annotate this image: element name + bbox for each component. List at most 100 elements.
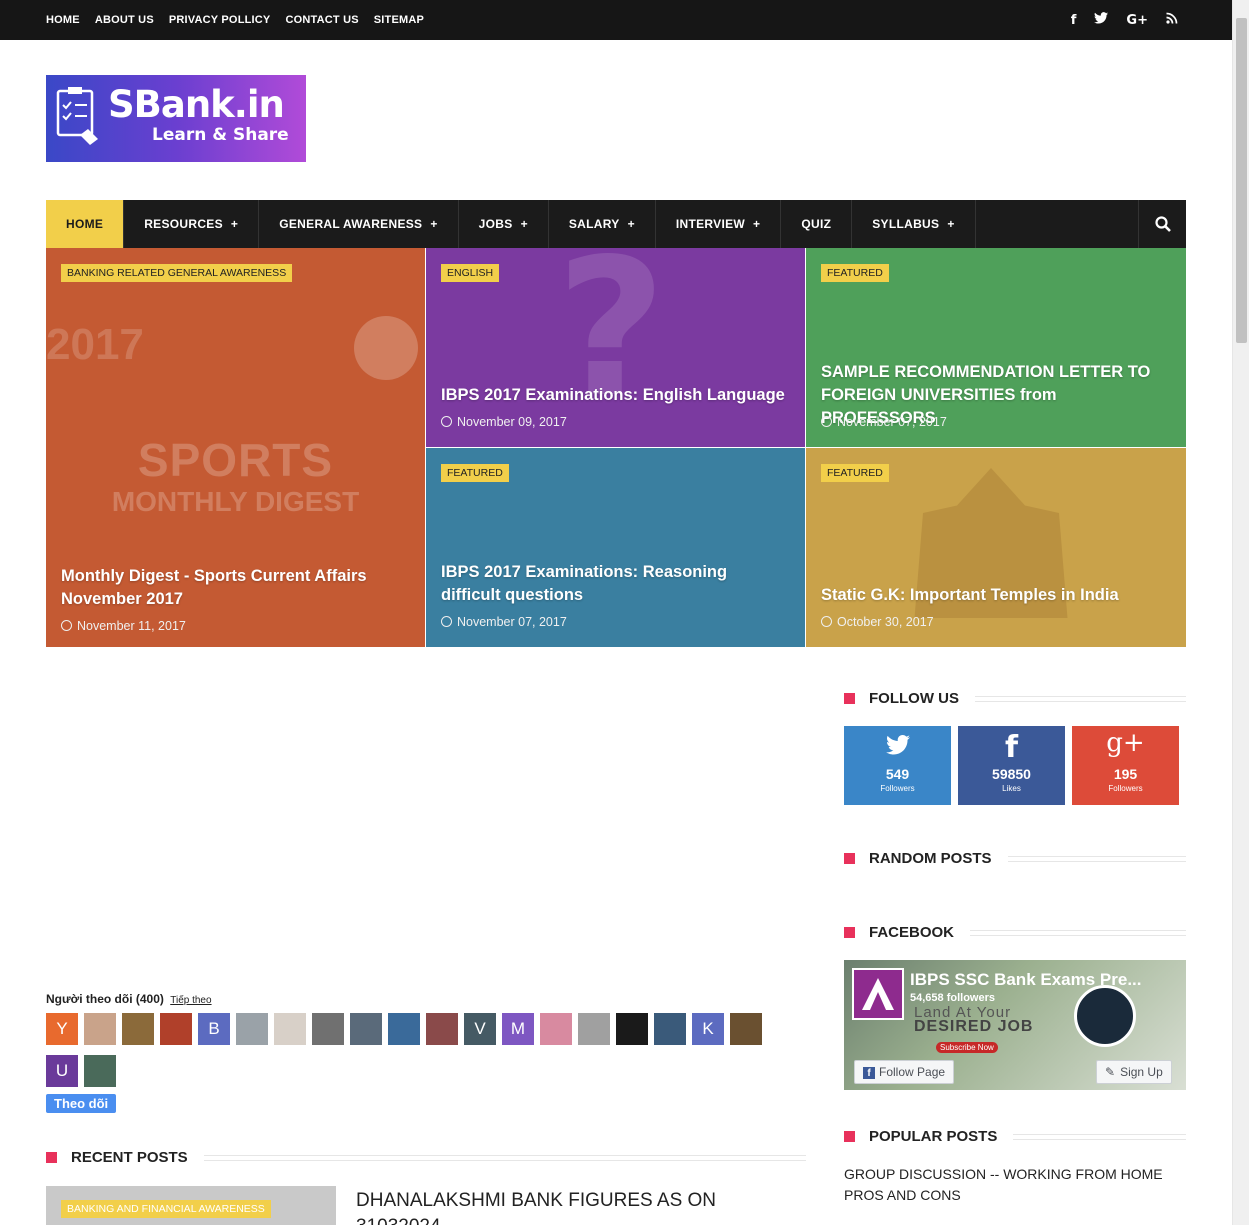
follower-avatars: Y B VM K U <box>46 1013 776 1087</box>
top-nav: HOME ABOUT US PRIVACY POLLICY CONTACT US… <box>46 0 439 40</box>
section-marker <box>46 1152 57 1163</box>
post-title[interactable]: Static G.K: Important Temples in India <box>821 584 1171 607</box>
category-tag[interactable]: FEATURED <box>821 464 889 482</box>
category-tag[interactable]: FEATURED <box>821 264 889 282</box>
post-title[interactable]: Monthly Digest - Sports Current Affairs … <box>61 565 410 611</box>
featured-post[interactable]: FEATURED Static G.K: Important Temples i… <box>806 448 1186 647</box>
category-tag[interactable]: ENGLISH <box>441 264 500 282</box>
follower-avatar[interactable]: V <box>464 1013 496 1045</box>
facebook-follow-box[interactable]: f 59850 Likes <box>958 726 1065 805</box>
nav-syllabus[interactable]: SYLLABUS + <box>852 200 976 248</box>
fb-cover-tagline-2: DESIRED JOB <box>914 1018 1034 1035</box>
search-button[interactable] <box>1138 200 1186 248</box>
post-date-text: November 07, 2017 <box>457 615 567 629</box>
post-date: October 30, 2017 <box>821 615 934 629</box>
twitter-follow-box[interactable]: 549 Followers <box>844 726 951 805</box>
follower-avatar[interactable]: Y <box>46 1013 78 1045</box>
section-title: RANDOM POSTS <box>869 850 992 867</box>
scrollbar-thumb[interactable] <box>1236 18 1247 343</box>
category-tag[interactable]: BANKING RELATED GENERAL AWARENESS <box>61 264 293 282</box>
page-avatar[interactable] <box>852 968 904 1020</box>
search-icon <box>1154 216 1171 232</box>
post-date-text: November 11, 2017 <box>77 619 186 633</box>
follower-avatar[interactable] <box>616 1013 648 1045</box>
follower-avatar[interactable] <box>312 1013 344 1045</box>
post-title[interactable]: IBPS 2017 Examinations: Reasoning diffic… <box>441 561 790 607</box>
follower-avatar[interactable] <box>426 1013 458 1045</box>
nav-label: HOME <box>66 217 104 231</box>
facebook-icon[interactable]: f <box>1071 13 1077 28</box>
featured-post[interactable]: 2017 SPORTS MONTHLY DIGEST BANKING RELAT… <box>46 248 425 647</box>
popular-post-link[interactable]: GROUP DISCUSSION -- WORKING FROM HOME PR… <box>844 1164 1174 1206</box>
section-title: RECENT POSTS <box>71 1149 188 1166</box>
followers-next-link[interactable]: Tiếp theo <box>170 995 211 1006</box>
topnav-contact-link[interactable]: CONTACT US <box>285 14 358 26</box>
nav-resources[interactable]: RESOURCES + <box>124 200 260 248</box>
fb-subscribe-badge: Subscribe Now <box>936 1042 998 1053</box>
clock-icon <box>821 616 832 627</box>
nav-salary[interactable]: SALARY + <box>549 200 656 248</box>
google-plus-follow-box[interactable]: g+ 195 Followers <box>1072 726 1179 805</box>
pencil-icon: ✎ <box>1105 1065 1116 1079</box>
topnav-about-link[interactable]: ABOUT US <box>95 14 154 26</box>
post-date: November 11, 2017 <box>61 619 186 633</box>
topnav-home-link[interactable]: HOME <box>46 14 80 26</box>
post-date-text: October 30, 2017 <box>837 615 934 629</box>
sign-up-label: Sign Up <box>1120 1065 1163 1079</box>
twitter-icon[interactable] <box>1094 12 1109 28</box>
follower-avatar[interactable] <box>236 1013 268 1045</box>
follower-avatar[interactable]: K <box>692 1013 724 1045</box>
clock-icon <box>821 416 832 427</box>
post-date-text: November 07, 2017 <box>837 415 947 429</box>
follower-avatar[interactable] <box>654 1013 686 1045</box>
brain-gear-icon <box>1074 985 1136 1047</box>
follower-avatar[interactable] <box>122 1013 154 1045</box>
post-date-text: November 09, 2017 <box>457 415 567 429</box>
category-tag[interactable]: BANKING AND FINANCIAL AWARENESS <box>61 1200 271 1218</box>
follower-avatar[interactable] <box>730 1013 762 1045</box>
post-title[interactable]: IBPS 2017 Examinations: English Language <box>441 384 790 407</box>
featured-post[interactable]: FEATURED IBPS 2017 Examinations: Reasoni… <box>426 448 805 647</box>
question-mark-art: ? <box>556 248 667 439</box>
follower-avatar[interactable] <box>84 1055 116 1087</box>
category-tag[interactable]: FEATURED <box>441 464 509 482</box>
follower-avatar[interactable]: U <box>46 1055 78 1087</box>
section-divider <box>203 1154 806 1161</box>
follower-avatar[interactable] <box>350 1013 382 1045</box>
post-date: November 07, 2017 <box>441 615 567 629</box>
follow-button[interactable]: Theo dõi <box>46 1094 117 1113</box>
nav-home[interactable]: HOME <box>46 200 125 248</box>
recent-post-title[interactable]: DHANALAKSHMI BANK FIGURES AS ON 31032024 <box>356 1188 776 1225</box>
site-logo[interactable]: SBank.in Learn & Share <box>46 75 306 162</box>
facebook-page-widget[interactable]: IBPS SSC Bank Exams Pre... 54,658 follow… <box>844 960 1186 1090</box>
follower-avatar[interactable]: B <box>198 1013 230 1045</box>
follow-page-label: Follow Page <box>879 1065 946 1079</box>
section-header-follow-us: FOLLOW US <box>844 690 1186 707</box>
follower-avatar[interactable] <box>578 1013 610 1045</box>
recent-post-image[interactable]: BANKING AND FINANCIAL AWARENESS <box>46 1186 336 1225</box>
google-plus-icon[interactable]: G+ <box>1126 13 1148 28</box>
follower-avatar[interactable] <box>388 1013 420 1045</box>
nav-quiz[interactable]: QUIZ <box>781 200 853 248</box>
follower-avatar[interactable] <box>84 1013 116 1045</box>
nav-general-awareness[interactable]: GENERAL AWARENESS + <box>259 200 459 248</box>
follower-avatar[interactable] <box>274 1013 306 1045</box>
rss-icon[interactable] <box>1166 12 1178 28</box>
section-title: FOLLOW US <box>869 690 959 707</box>
follower-avatar[interactable] <box>540 1013 572 1045</box>
featured-post[interactable]: FEATURED SAMPLE RECOMMENDATION LETTER TO… <box>806 248 1186 447</box>
follow-page-button[interactable]: f Follow Page <box>854 1060 955 1084</box>
nav-interview[interactable]: INTERVIEW + <box>656 200 782 248</box>
topnav-privacy-link[interactable]: PRIVACY POLLICY <box>169 14 271 26</box>
nav-jobs[interactable]: JOBS + <box>459 200 549 248</box>
page-scrollbar[interactable] <box>1232 0 1249 1225</box>
follower-avatar[interactable] <box>160 1013 192 1045</box>
follower-avatar[interactable]: M <box>502 1013 534 1045</box>
social-links: f G+ <box>1071 0 1178 40</box>
section-marker <box>844 693 855 704</box>
sign-up-button[interactable]: ✎ Sign Up <box>1096 1060 1172 1084</box>
featured-post[interactable]: ? ENGLISH IBPS 2017 Examinations: Englis… <box>426 248 805 447</box>
topnav-sitemap-link[interactable]: SITEMAP <box>374 14 424 26</box>
section-divider <box>1007 855 1186 862</box>
twitter-icon <box>844 726 951 766</box>
